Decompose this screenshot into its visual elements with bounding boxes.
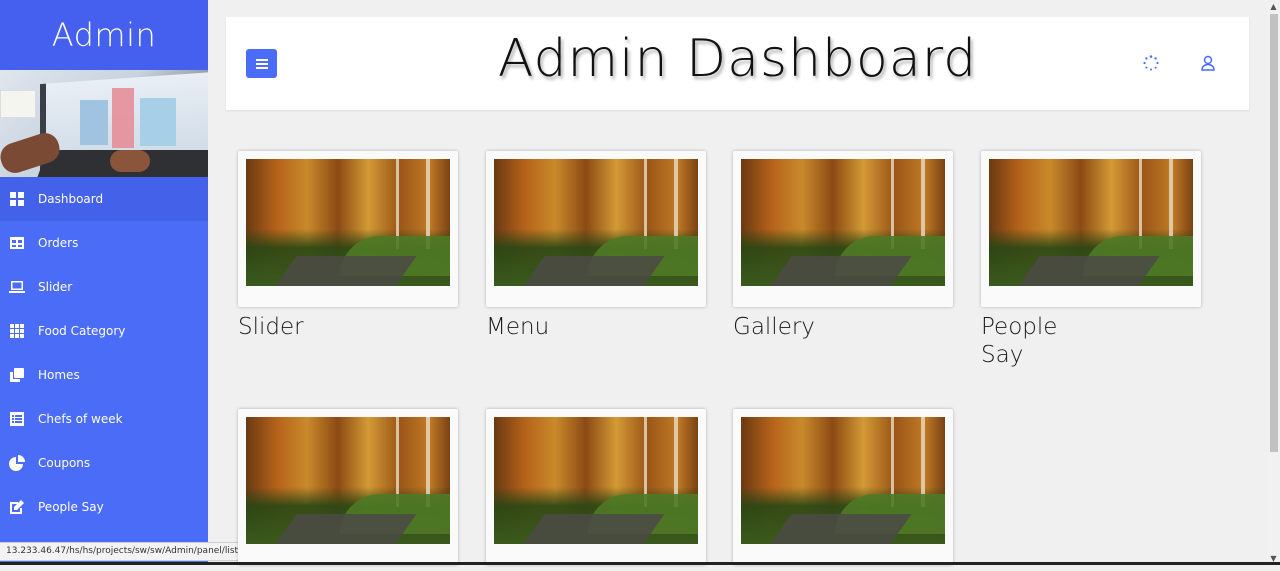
scroll-thumb[interactable]	[1270, 14, 1278, 452]
brand-title: Admin	[0, 0, 208, 70]
sidebar-nav: Dashboard Orders Slider Food Category Ho…	[0, 177, 208, 529]
sidebar: Admin Dashboard Orders Slider Food Categ…	[0, 0, 208, 565]
sidebar-item-chefs-of-week[interactable]: Chefs of week	[0, 397, 208, 441]
tile-thumbnail	[981, 151, 1201, 307]
spinner-icon[interactable]	[1142, 54, 1160, 72]
tile-6[interactable]	[486, 409, 706, 571]
tile-menu[interactable]: Menu	[486, 151, 706, 341]
table-icon	[8, 234, 26, 252]
sidebar-item-label: People Say	[38, 500, 104, 514]
page-title: Admin Dashboard	[497, 29, 978, 89]
sidebar-item-label: Slider	[38, 280, 73, 294]
tile-slider[interactable]: Slider	[238, 151, 458, 341]
tile-people-say[interactable]: People Say	[981, 151, 1201, 369]
list-icon	[8, 410, 26, 428]
copy-icon	[8, 366, 26, 384]
edit-icon	[8, 498, 26, 516]
sidebar-item-homes[interactable]: Homes	[0, 353, 208, 397]
pie-icon	[8, 454, 26, 472]
header-card: Admin Dashboard	[226, 17, 1249, 110]
status-url: 13.233.46.47/hs/hs/projects/sw/sw/Admin/…	[0, 542, 266, 561]
sidebar-item-label: Chefs of week	[38, 412, 123, 426]
sidebar-item-people-say[interactable]: People Say	[0, 485, 208, 529]
user-icon[interactable]	[1199, 54, 1217, 72]
sidebar-item-dashboard[interactable]: Dashboard	[0, 177, 208, 221]
th-icon	[8, 322, 26, 340]
scroll-up-arrow-icon[interactable]: ▲	[1269, 2, 1278, 11]
tile-thumbnail	[486, 151, 706, 307]
sidebar-item-slider[interactable]: Slider	[0, 265, 208, 309]
sidebar-item-label: Food Category	[38, 324, 126, 338]
sidebar-item-label: Coupons	[38, 456, 91, 470]
sidebar-item-label: Orders	[38, 236, 79, 250]
sidebar-hero-image	[0, 70, 208, 177]
tile-label: Gallery	[733, 314, 815, 340]
sidebar-item-food-category[interactable]: Food Category	[0, 309, 208, 353]
tile-7[interactable]	[733, 409, 953, 571]
tile-gallery[interactable]: Gallery	[733, 151, 953, 341]
tile-thumbnail	[733, 409, 953, 565]
sidebar-item-orders[interactable]: Orders	[0, 221, 208, 265]
tile-5[interactable]	[238, 409, 458, 571]
tile-label: Menu	[486, 314, 550, 340]
laptop-icon	[8, 278, 26, 296]
tile-label: People Say	[981, 314, 1058, 368]
sidebar-item-label: Homes	[38, 368, 80, 382]
sidebar-item-label: Dashboard	[38, 192, 104, 206]
tile-label: Slider	[238, 314, 304, 340]
tile-thumbnail	[733, 151, 953, 307]
grid-icon	[8, 190, 26, 208]
vertical-scrollbar[interactable]: ▲ ▼	[1267, 0, 1280, 565]
tile-thumbnail	[238, 409, 458, 565]
tile-thumbnail	[238, 151, 458, 307]
sidebar-item-coupons[interactable]: Coupons	[0, 441, 208, 485]
tile-thumbnail	[486, 409, 706, 565]
